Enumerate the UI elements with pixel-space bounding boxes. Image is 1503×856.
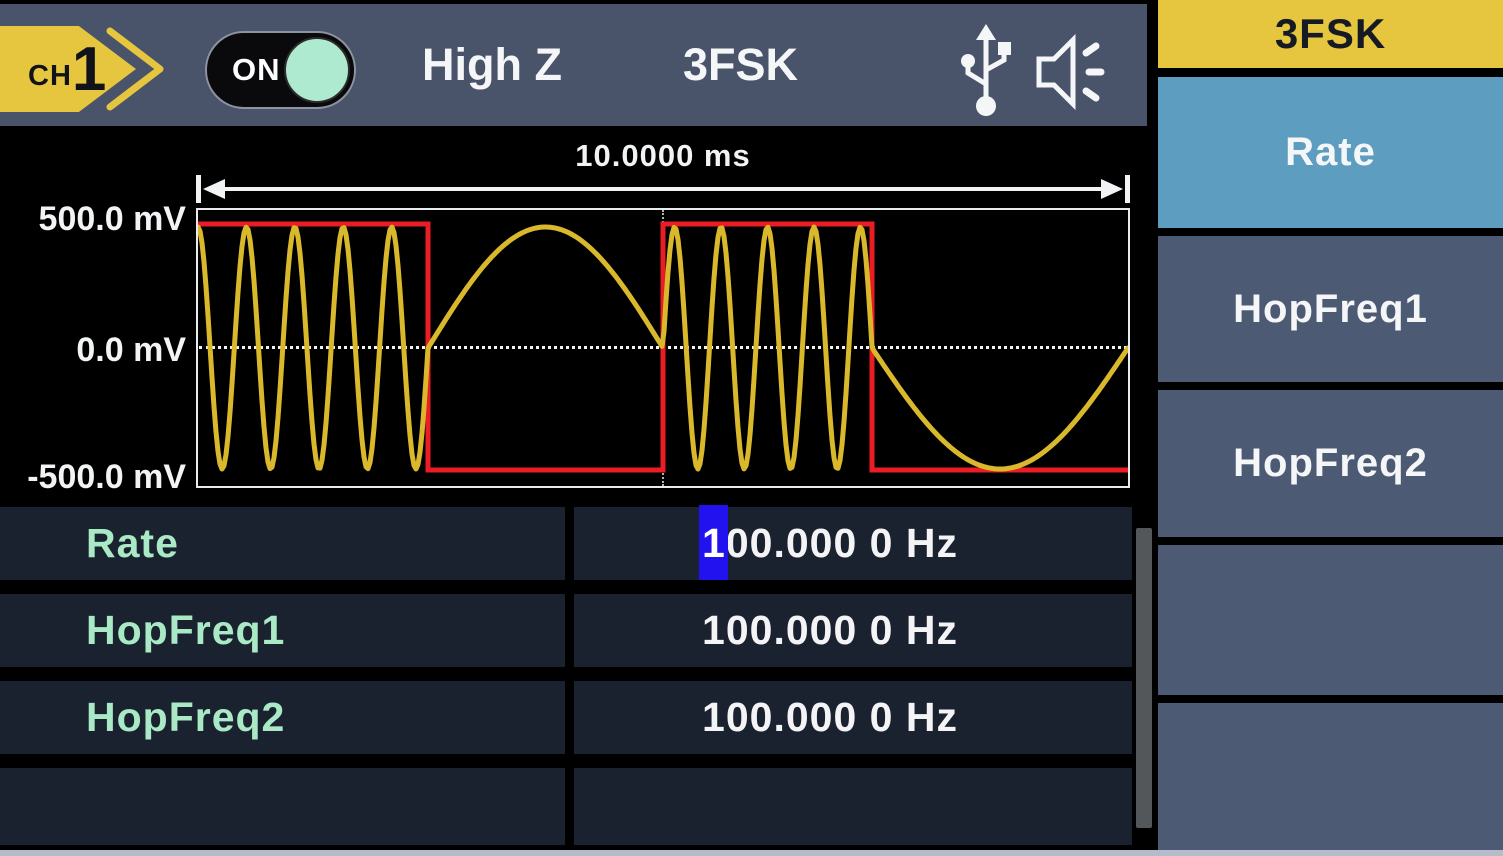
param-value-empty	[574, 768, 1132, 845]
output-toggle-knob[interactable]	[284, 37, 350, 103]
param-value-hopfreq2[interactable]: 100.000 0 Hz	[574, 681, 1132, 754]
softkey-blank-1[interactable]	[1158, 545, 1503, 695]
param-label-hopfreq2: HopFreq2	[0, 681, 565, 754]
usb-icon	[957, 24, 1015, 118]
table-row-rate[interactable]: Rate 100.000 0 Hz	[0, 507, 1132, 580]
impedance-label: High Z	[392, 4, 592, 126]
waveform-display	[196, 208, 1130, 488]
softkey-hopfreq2[interactable]: HopFreq2	[1158, 390, 1503, 537]
softkey-blank-2[interactable]	[1158, 703, 1503, 850]
signal-generator-screen: CH1 ON High Z 3FSK	[0, 0, 1503, 856]
param-value-rate-rest: 00.000 0 Hz	[726, 520, 958, 567]
screen-bottom-edge	[0, 850, 1503, 856]
output-toggle[interactable]: ON	[205, 31, 356, 109]
edit-cursor-digit[interactable]: 1	[702, 520, 726, 567]
speaker-icon	[1036, 34, 1120, 110]
table-scrollbar[interactable]	[1136, 528, 1152, 828]
chevron-right-icon	[104, 27, 168, 111]
table-row-empty	[0, 768, 1132, 845]
softkey-rate[interactable]: Rate	[1158, 77, 1503, 228]
param-label-rate: Rate	[0, 507, 565, 580]
channel-badge[interactable]: CH1	[0, 26, 170, 112]
y-axis-label-max: 500.0 mV	[0, 201, 186, 237]
table-row-hopfreq1[interactable]: HopFreq1 100.000 0 Hz	[0, 594, 1132, 667]
y-axis-label-zero: 0.0 mV	[0, 332, 186, 368]
softkey-hopfreq1[interactable]: HopFreq1	[1158, 236, 1503, 382]
channel-label-prefix: CH	[28, 60, 72, 93]
fsk-waveform-plot	[198, 210, 1128, 486]
param-value-rate[interactable]: 100.000 0 Hz	[574, 507, 1132, 580]
param-value-hopfreq1[interactable]: 100.000 0 Hz	[574, 594, 1132, 667]
time-span-arrow	[196, 174, 1130, 204]
param-label-empty	[0, 768, 565, 845]
output-toggle-label: ON	[232, 52, 281, 88]
channel-label: CH1	[28, 26, 106, 112]
y-axis-label-min: -500.0 mV	[0, 459, 186, 495]
table-row-hopfreq2[interactable]: HopFreq2 100.000 0 Hz	[0, 681, 1132, 754]
modulation-mode-label: 3FSK	[648, 4, 833, 126]
param-label-hopfreq1: HopFreq1	[0, 594, 565, 667]
softkey-sidebar: 3FSK Rate HopFreq1 HopFreq2	[1158, 0, 1503, 856]
top-status-bar: CH1 ON High Z 3FSK	[0, 4, 1147, 126]
sidebar-title: 3FSK	[1158, 0, 1503, 68]
time-span-label: 10.0000 ms	[196, 138, 1130, 174]
channel-label-number: 1	[72, 34, 106, 105]
